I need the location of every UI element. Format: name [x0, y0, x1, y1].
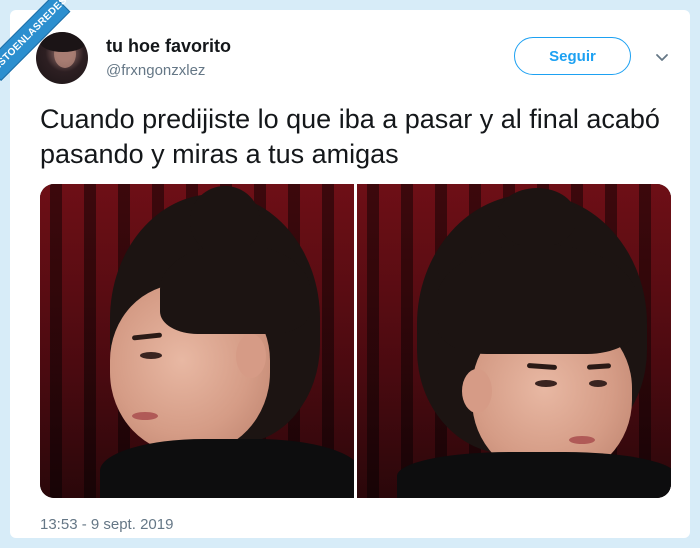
author-display-name[interactable]: tu hoe favorito [106, 36, 231, 57]
media-gallery[interactable] [40, 184, 671, 498]
chevron-down-icon[interactable] [654, 49, 670, 65]
tweet-card: VISTOENLASREDES tu hoe favorito @frxngon… [0, 0, 690, 538]
avatar[interactable] [36, 32, 88, 84]
tweet-text: Cuando predijiste lo que iba a pasar y a… [40, 104, 660, 169]
photo-right[interactable] [357, 184, 671, 498]
author-handle[interactable]: @frxngonzxlez [106, 62, 205, 79]
follow-button[interactable]: Seguir [514, 37, 631, 75]
tweet-timestamp[interactable]: 13:53 - 9 sept. 2019 [40, 516, 173, 533]
photo-left[interactable] [40, 184, 354, 498]
